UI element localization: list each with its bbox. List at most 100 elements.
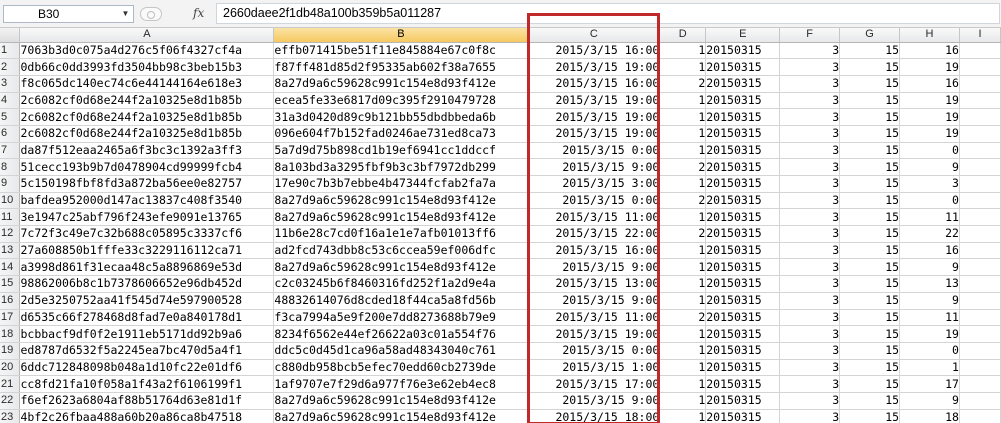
cell-c[interactable]: 2015/3/15 19:00 xyxy=(527,325,661,343)
cell-e[interactable]: 20150315 xyxy=(705,309,781,327)
cell-i[interactable] xyxy=(959,75,1001,93)
cell-i[interactable] xyxy=(959,392,1001,410)
cell-c[interactable]: 2015/3/15 11:00 xyxy=(527,208,661,227)
cell-b[interactable]: 8a27d9a6c59628c991c154e8d93f412e xyxy=(273,409,529,423)
cell-c[interactable]: 2015/3/15 9:00 xyxy=(527,392,661,410)
cell-g[interactable]: 15 xyxy=(839,409,901,423)
row-header[interactable]: 12 xyxy=(0,225,21,243)
cell-d[interactable]: 2 xyxy=(659,75,707,93)
cell-b[interactable]: 8a27d9a6c59628c991c154e8d93f412e xyxy=(273,392,529,410)
cell-c[interactable]: 2015/3/15 17:00 xyxy=(527,375,661,393)
cell-g[interactable]: 15 xyxy=(839,142,901,160)
cell-a[interactable]: 7c72f3c49e7c32b688c05895c3337cf6 xyxy=(19,225,275,243)
cell-a[interactable]: bafdea952000d147ac13837c408f3540 xyxy=(19,192,275,210)
row-header[interactable]: 15 xyxy=(0,275,21,293)
cell-i[interactable] xyxy=(959,208,1001,227)
cell-h[interactable]: 9 xyxy=(899,258,960,277)
cell-g[interactable]: 15 xyxy=(839,192,901,210)
row-header[interactable]: 20 xyxy=(0,359,21,377)
cell-e[interactable]: 20150315 xyxy=(705,225,781,243)
cell-h[interactable]: 19 xyxy=(899,125,960,143)
cell-d[interactable]: 1 xyxy=(659,292,707,310)
row-header[interactable]: 13 xyxy=(0,242,21,260)
cell-f[interactable]: 3 xyxy=(779,175,841,193)
cell-b[interactable]: 11b6e28c7cd0f16a1e1e7afb01013ff6 xyxy=(273,225,529,243)
cell-i[interactable] xyxy=(959,242,1001,260)
cell-i[interactable] xyxy=(959,292,1001,310)
row-header[interactable]: 23 xyxy=(0,409,21,423)
column-header-g[interactable]: G xyxy=(839,28,901,43)
cell-f[interactable]: 3 xyxy=(779,42,841,60)
cell-g[interactable]: 15 xyxy=(839,125,901,143)
cell-a[interactable]: f8c065dc140ec74c6e44144164e618e3 xyxy=(19,75,275,93)
cell-i[interactable] xyxy=(959,225,1001,243)
cell-f[interactable]: 3 xyxy=(779,192,841,210)
cell-e[interactable]: 20150315 xyxy=(705,208,781,227)
cell-b[interactable]: 48832614076d8cded18f44ca5a8fd56b xyxy=(273,292,529,310)
cell-d[interactable]: 1 xyxy=(659,58,707,76)
cell-i[interactable] xyxy=(959,192,1001,210)
cell-e[interactable]: 20150315 xyxy=(705,108,781,126)
cell-b[interactable]: ecea5fe33e6817d09c395f2910479728 xyxy=(273,92,529,110)
cell-a[interactable]: 3e1947c25abf796f243efe9091e13765 xyxy=(19,208,275,227)
cell-c[interactable]: 2015/3/15 16:00 xyxy=(527,42,661,60)
cell-h[interactable]: 9 xyxy=(899,158,960,176)
cell-i[interactable] xyxy=(959,125,1001,143)
cell-c[interactable]: 2015/3/15 3:00 xyxy=(527,175,661,193)
cell-d[interactable]: 2 xyxy=(659,192,707,210)
cell-g[interactable]: 15 xyxy=(839,175,901,193)
cell-d[interactable]: 1 xyxy=(659,142,707,160)
cell-d[interactable]: 1 xyxy=(659,92,707,110)
cell-d[interactable]: 1 xyxy=(659,342,707,360)
cell-f[interactable]: 3 xyxy=(779,375,841,393)
cell-f[interactable]: 3 xyxy=(779,275,841,293)
cell-g[interactable]: 15 xyxy=(839,92,901,110)
cell-e[interactable]: 20150315 xyxy=(705,192,781,210)
cell-f[interactable]: 3 xyxy=(779,292,841,310)
row-header[interactable]: 3 xyxy=(0,75,21,93)
cell-h[interactable]: 0 xyxy=(899,342,960,360)
cell-c[interactable]: 2015/3/15 19:00 xyxy=(527,108,661,126)
row-header[interactable]: 6 xyxy=(0,125,21,143)
formula-bar-expand-icon[interactable] xyxy=(140,7,162,21)
row-header[interactable]: 9 xyxy=(0,175,21,193)
cell-i[interactable] xyxy=(959,309,1001,327)
cell-a[interactable]: 7063b3d0c075a4d276c5f06f4327cf4a xyxy=(19,42,275,60)
cell-b[interactable]: f87ff481d85d2f95335ab602f38a7655 xyxy=(273,58,529,76)
cell-g[interactable]: 15 xyxy=(839,275,901,293)
cell-b[interactable]: 8a27d9a6c59628c991c154e8d93f412e xyxy=(273,75,529,93)
row-header[interactable]: 4 xyxy=(0,92,21,110)
cell-d[interactable]: 1 xyxy=(659,108,707,126)
cell-i[interactable] xyxy=(959,92,1001,110)
cell-c[interactable]: 2015/3/15 19:00 xyxy=(527,125,661,143)
cell-c[interactable]: 2015/3/15 9:00 xyxy=(527,292,661,310)
cell-e[interactable]: 20150315 xyxy=(705,92,781,110)
cell-h[interactable]: 19 xyxy=(899,325,960,343)
cell-b[interactable]: f3ca7994a5e9f200e7dd8273688b79e9 xyxy=(273,309,529,327)
cell-h[interactable]: 9 xyxy=(899,292,960,310)
cell-h[interactable]: 16 xyxy=(899,242,960,260)
row-header[interactable]: 8 xyxy=(0,158,21,176)
cell-i[interactable] xyxy=(959,359,1001,377)
row-header[interactable]: 14 xyxy=(0,258,21,277)
cell-a[interactable]: 4bf2c26fbaa488a60b20a86ca8b47518 xyxy=(19,409,275,423)
cell-c[interactable]: 2015/3/15 0:00 xyxy=(527,142,661,160)
cell-e[interactable]: 20150315 xyxy=(705,359,781,377)
cell-a[interactable]: 2c6082cf0d68e244f2a10325e8d1b85b xyxy=(19,125,275,143)
cell-i[interactable] xyxy=(959,325,1001,343)
cell-h[interactable]: 0 xyxy=(899,192,960,210)
cell-d[interactable]: 1 xyxy=(659,359,707,377)
cell-a[interactable]: bcbbacf9df0f2e1911eb5171dd92b9a6 xyxy=(19,325,275,343)
cell-i[interactable] xyxy=(959,108,1001,126)
cell-g[interactable]: 15 xyxy=(839,392,901,410)
cell-g[interactable]: 15 xyxy=(839,292,901,310)
row-header[interactable]: 19 xyxy=(0,342,21,360)
cell-h[interactable]: 22 xyxy=(899,225,960,243)
cell-g[interactable]: 15 xyxy=(839,342,901,360)
cell-c[interactable]: 2015/3/15 1:00 xyxy=(527,359,661,377)
row-header[interactable]: 7 xyxy=(0,142,21,160)
cell-e[interactable]: 20150315 xyxy=(705,158,781,176)
column-header-e[interactable]: E xyxy=(705,28,781,43)
cell-i[interactable] xyxy=(959,375,1001,393)
cell-h[interactable]: 11 xyxy=(899,208,960,227)
